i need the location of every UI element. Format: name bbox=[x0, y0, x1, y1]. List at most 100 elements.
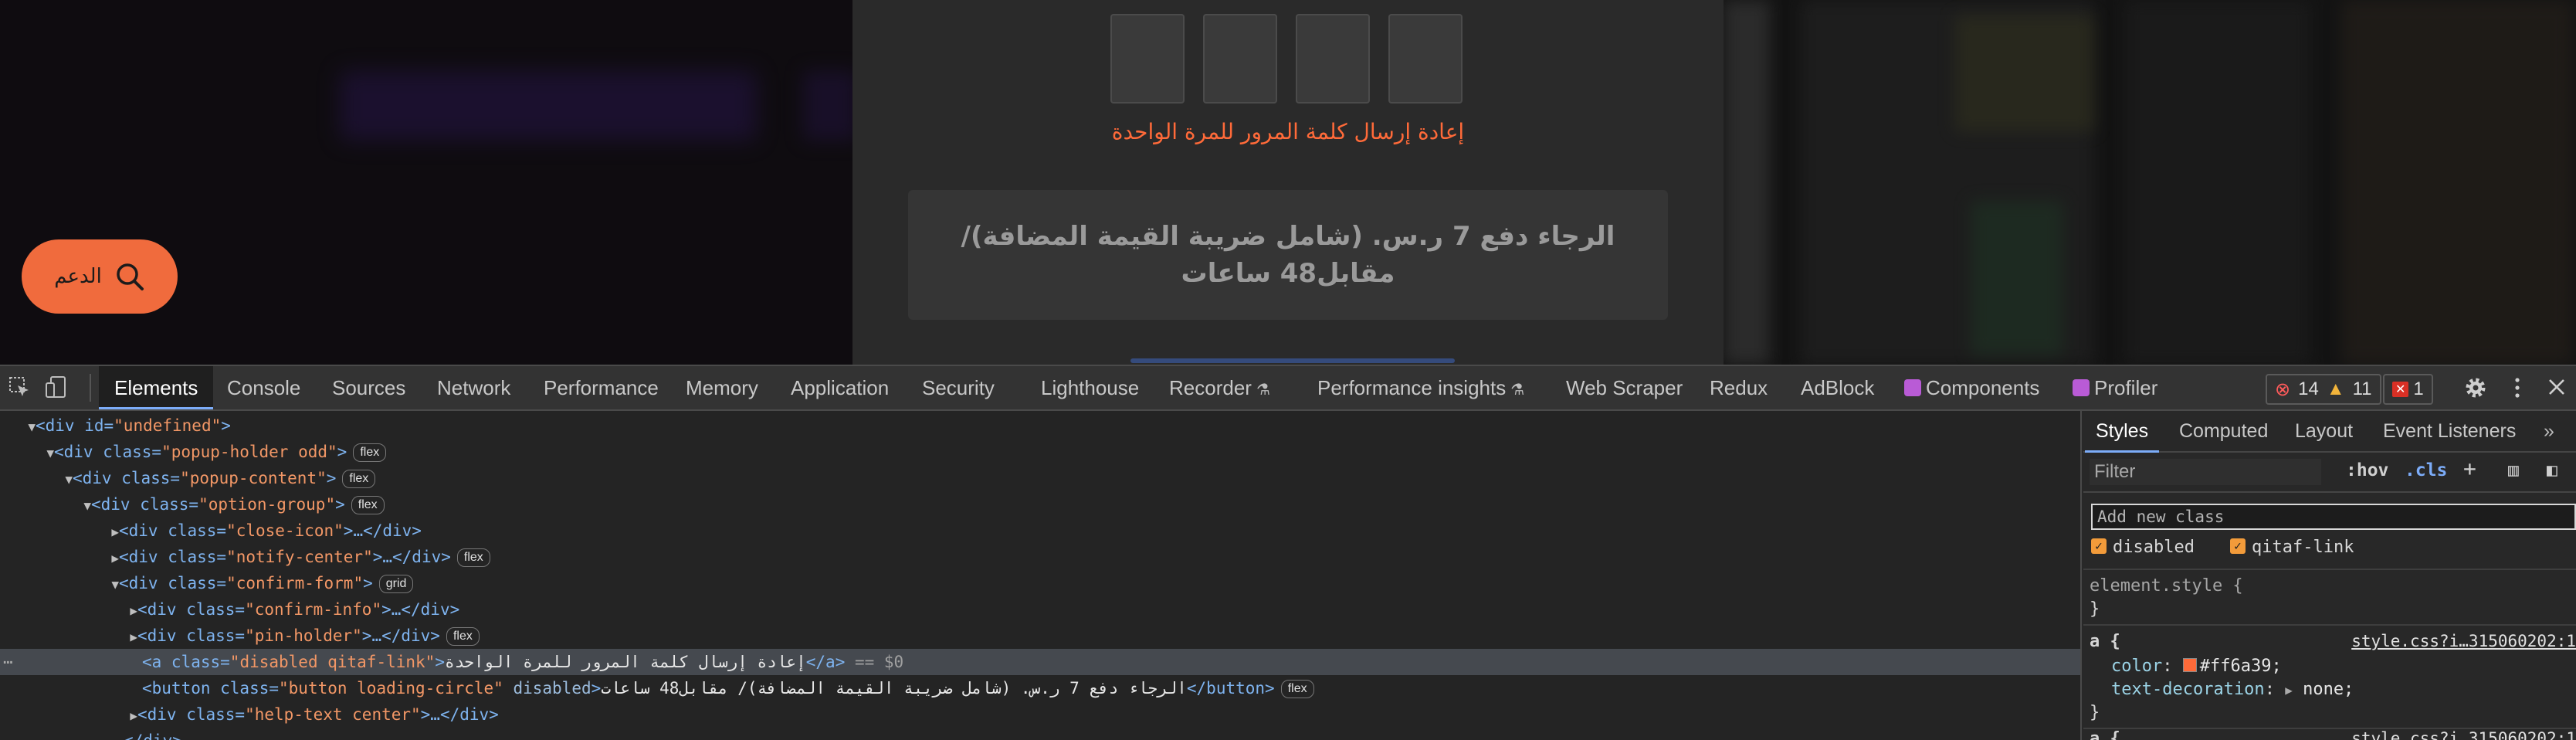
tab-event-listeners[interactable]: Event Listeners bbox=[2383, 411, 2516, 451]
device-toolbar-icon[interactable] bbox=[45, 375, 68, 399]
more-options-icon[interactable]: ⋯ bbox=[3, 649, 13, 675]
dom-node[interactable]: ▶<div class="confirm-info">…</div> bbox=[0, 596, 2082, 623]
dom-node[interactable]: ▼<div class="confirm-form"> grid bbox=[0, 570, 2082, 596]
add-class-input[interactable] bbox=[2091, 504, 2576, 530]
hover-state-toggle[interactable]: :hov bbox=[2346, 460, 2388, 480]
background-blur bbox=[2125, 0, 2310, 365]
dom-node[interactable]: ▶<div class="close-icon">…</div> bbox=[0, 518, 2082, 544]
layout-badge[interactable]: flex bbox=[353, 443, 387, 462]
dom-tag: >…</div> bbox=[361, 626, 440, 645]
collapse-triangle-icon[interactable]: ▶ bbox=[0, 624, 137, 650]
chevron-double-right-icon[interactable]: » bbox=[2544, 411, 2554, 451]
css-declaration[interactable]: text-decoration: ▶ none; bbox=[2111, 680, 2354, 699]
settings-icon[interactable] bbox=[2463, 375, 2488, 400]
dom-node[interactable]: ▶<div class="notify-center">…</div> flex bbox=[0, 544, 2082, 570]
css-property: text-decoration bbox=[2111, 680, 2265, 699]
css-value: #ff6a39; bbox=[2199, 657, 2282, 676]
react-icon bbox=[1904, 379, 1921, 397]
stylesheet-link[interactable]: style.css?i…315060202:1 bbox=[2351, 632, 2576, 650]
tab-styles[interactable]: Styles bbox=[2085, 411, 2160, 453]
support-button[interactable]: الدعم bbox=[22, 239, 178, 314]
dom-attr-value: "help-text center" bbox=[245, 705, 421, 724]
layout-badge[interactable]: flex bbox=[342, 470, 376, 488]
dom-node[interactable]: ▶<div class="pin-holder">…</div> flex bbox=[0, 623, 2082, 649]
pin-input[interactable] bbox=[1110, 14, 1185, 104]
color-swatch[interactable] bbox=[2182, 658, 2197, 672]
tab-redux[interactable]: Redux bbox=[1710, 366, 1768, 409]
collapse-triangle-icon[interactable]: ▶ bbox=[0, 703, 137, 729]
collapse-triangle-icon[interactable]: ▶ bbox=[0, 545, 119, 572]
tab-profiler[interactable]: Profiler bbox=[2073, 366, 2157, 409]
tab-performance[interactable]: Performance bbox=[544, 366, 659, 409]
dom-node[interactable]: ▼<div class="popup-content"> flex bbox=[0, 465, 2082, 491]
filter-input[interactable] bbox=[2090, 459, 2321, 485]
issues-counter[interactable]: ✕ 1 bbox=[2383, 374, 2433, 405]
tab-performance-insights[interactable]: Performance insights ⚗ bbox=[1317, 366, 1524, 409]
expand-triangle-icon[interactable]: ▶ bbox=[2285, 683, 2293, 698]
more-icon[interactable] bbox=[2510, 375, 2525, 400]
pin-input[interactable] bbox=[1203, 14, 1277, 104]
dom-node[interactable]: ▶<div class="help-text center">…</div> bbox=[0, 701, 2082, 728]
new-rule-icon[interactable]: + bbox=[2463, 456, 2476, 481]
tab-layout[interactable]: Layout bbox=[2295, 411, 2353, 451]
class-toggle[interactable]: .cls bbox=[2405, 460, 2447, 480]
dom-tag: >…</div> bbox=[343, 521, 422, 540]
pin-input[interactable] bbox=[1388, 14, 1463, 104]
tab-lighthouse[interactable]: Lighthouse bbox=[1041, 366, 1139, 409]
dom-tag: <div class= bbox=[137, 626, 246, 645]
tab-sources[interactable]: Sources bbox=[332, 366, 405, 409]
layout-badge[interactable]: flex bbox=[446, 627, 480, 646]
tab-security[interactable]: Security bbox=[922, 366, 995, 409]
close-icon[interactable] bbox=[2547, 377, 2567, 397]
tab-web-scraper[interactable]: Web Scraper bbox=[1566, 366, 1683, 409]
class-checkbox[interactable]: ✓ disabled bbox=[2091, 535, 2195, 561]
pin-input[interactable] bbox=[1296, 14, 1370, 104]
expand-triangle-icon[interactable]: ▼ bbox=[0, 493, 91, 519]
css-property: color bbox=[2111, 657, 2163, 676]
dom-node[interactable]: ▼<div id="undefined"> bbox=[0, 412, 2082, 439]
support-label: الدعم bbox=[54, 265, 102, 288]
pay-button[interactable]: الرجاء دفع 7 ر.س. (شامل ضريبة القيمة الم… bbox=[908, 190, 1668, 320]
expand-triangle-icon[interactable]: ▼ bbox=[0, 467, 73, 493]
element-style-selector[interactable]: element.style { bbox=[2090, 576, 2243, 596]
collapse-triangle-icon[interactable]: ▶ bbox=[0, 598, 137, 624]
tab-components[interactable]: Components bbox=[1904, 366, 2039, 409]
tab-application[interactable]: Application bbox=[791, 366, 889, 409]
layout-badge[interactable]: flex bbox=[351, 496, 385, 514]
tab-memory[interactable]: Memory bbox=[686, 366, 758, 409]
paint-icon[interactable]: ▥ bbox=[2508, 460, 2519, 480]
collapse-triangle-icon[interactable]: ▶ bbox=[0, 519, 119, 545]
expand-triangle-icon[interactable]: ▼ bbox=[0, 440, 54, 467]
dom-attr-value: "close-icon" bbox=[226, 521, 344, 540]
inspect-icon[interactable] bbox=[8, 375, 31, 399]
expand-triangle-icon[interactable]: ▼ bbox=[0, 572, 119, 598]
tab-console[interactable]: Console bbox=[227, 366, 300, 409]
dom-node[interactable]: ▼<div class="popup-holder odd"> flex bbox=[0, 439, 2082, 465]
dom-text: الرجاء دفع 7 ر.س. (شامل ضريبة القيمة الم… bbox=[601, 679, 1187, 698]
dom-tag: </button> bbox=[1186, 679, 1275, 698]
dom-node[interactable]: ▼<div class="option-group"> flex bbox=[0, 491, 2082, 518]
expand-triangle-icon[interactable]: ▼ bbox=[0, 414, 36, 440]
background-blur bbox=[1971, 201, 2063, 355]
console-counters[interactable]: ⊗ 14 ▲ 11 bbox=[2266, 374, 2381, 405]
dom-tag: <div class= bbox=[137, 600, 246, 619]
dom-tag: >…</div> bbox=[420, 705, 499, 724]
devtools-panel: Elements Console Sources Network Perform… bbox=[0, 365, 2576, 740]
dom-node-selected[interactable]: ⋯ <a class="disabled qitaf-link">إعادة إر… bbox=[0, 649, 2082, 675]
resend-otp-link[interactable]: إعادة إرسال كلمة المرور للمرة الواحدة bbox=[852, 119, 1724, 144]
class-checkbox[interactable]: ✓ qitaf-link bbox=[2230, 535, 2354, 561]
tab-elements[interactable]: Elements bbox=[99, 366, 214, 409]
dom-node[interactable]: <button class="button loading-circle" di… bbox=[0, 675, 2082, 701]
dom-tag: <div class= bbox=[91, 495, 199, 514]
tab-network[interactable]: Network bbox=[437, 366, 510, 409]
css-selector[interactable]: a { bbox=[2090, 632, 2120, 651]
layout-badge[interactable]: grid bbox=[378, 575, 414, 593]
tab-computed[interactable]: Computed bbox=[2179, 411, 2268, 451]
dom-attr-value: "option-group" bbox=[198, 495, 336, 514]
tab-adblock[interactable]: AdBlock bbox=[1801, 366, 1874, 409]
css-declaration[interactable]: color: #ff6a39; bbox=[2111, 657, 2282, 676]
layout-badge[interactable]: flex bbox=[1280, 680, 1314, 698]
layout-badge[interactable]: flex bbox=[456, 548, 490, 567]
tab-recorder[interactable]: Recorder ⚗ bbox=[1169, 366, 1270, 409]
toggle-sidebar-icon[interactable]: ◧ bbox=[2547, 460, 2557, 480]
